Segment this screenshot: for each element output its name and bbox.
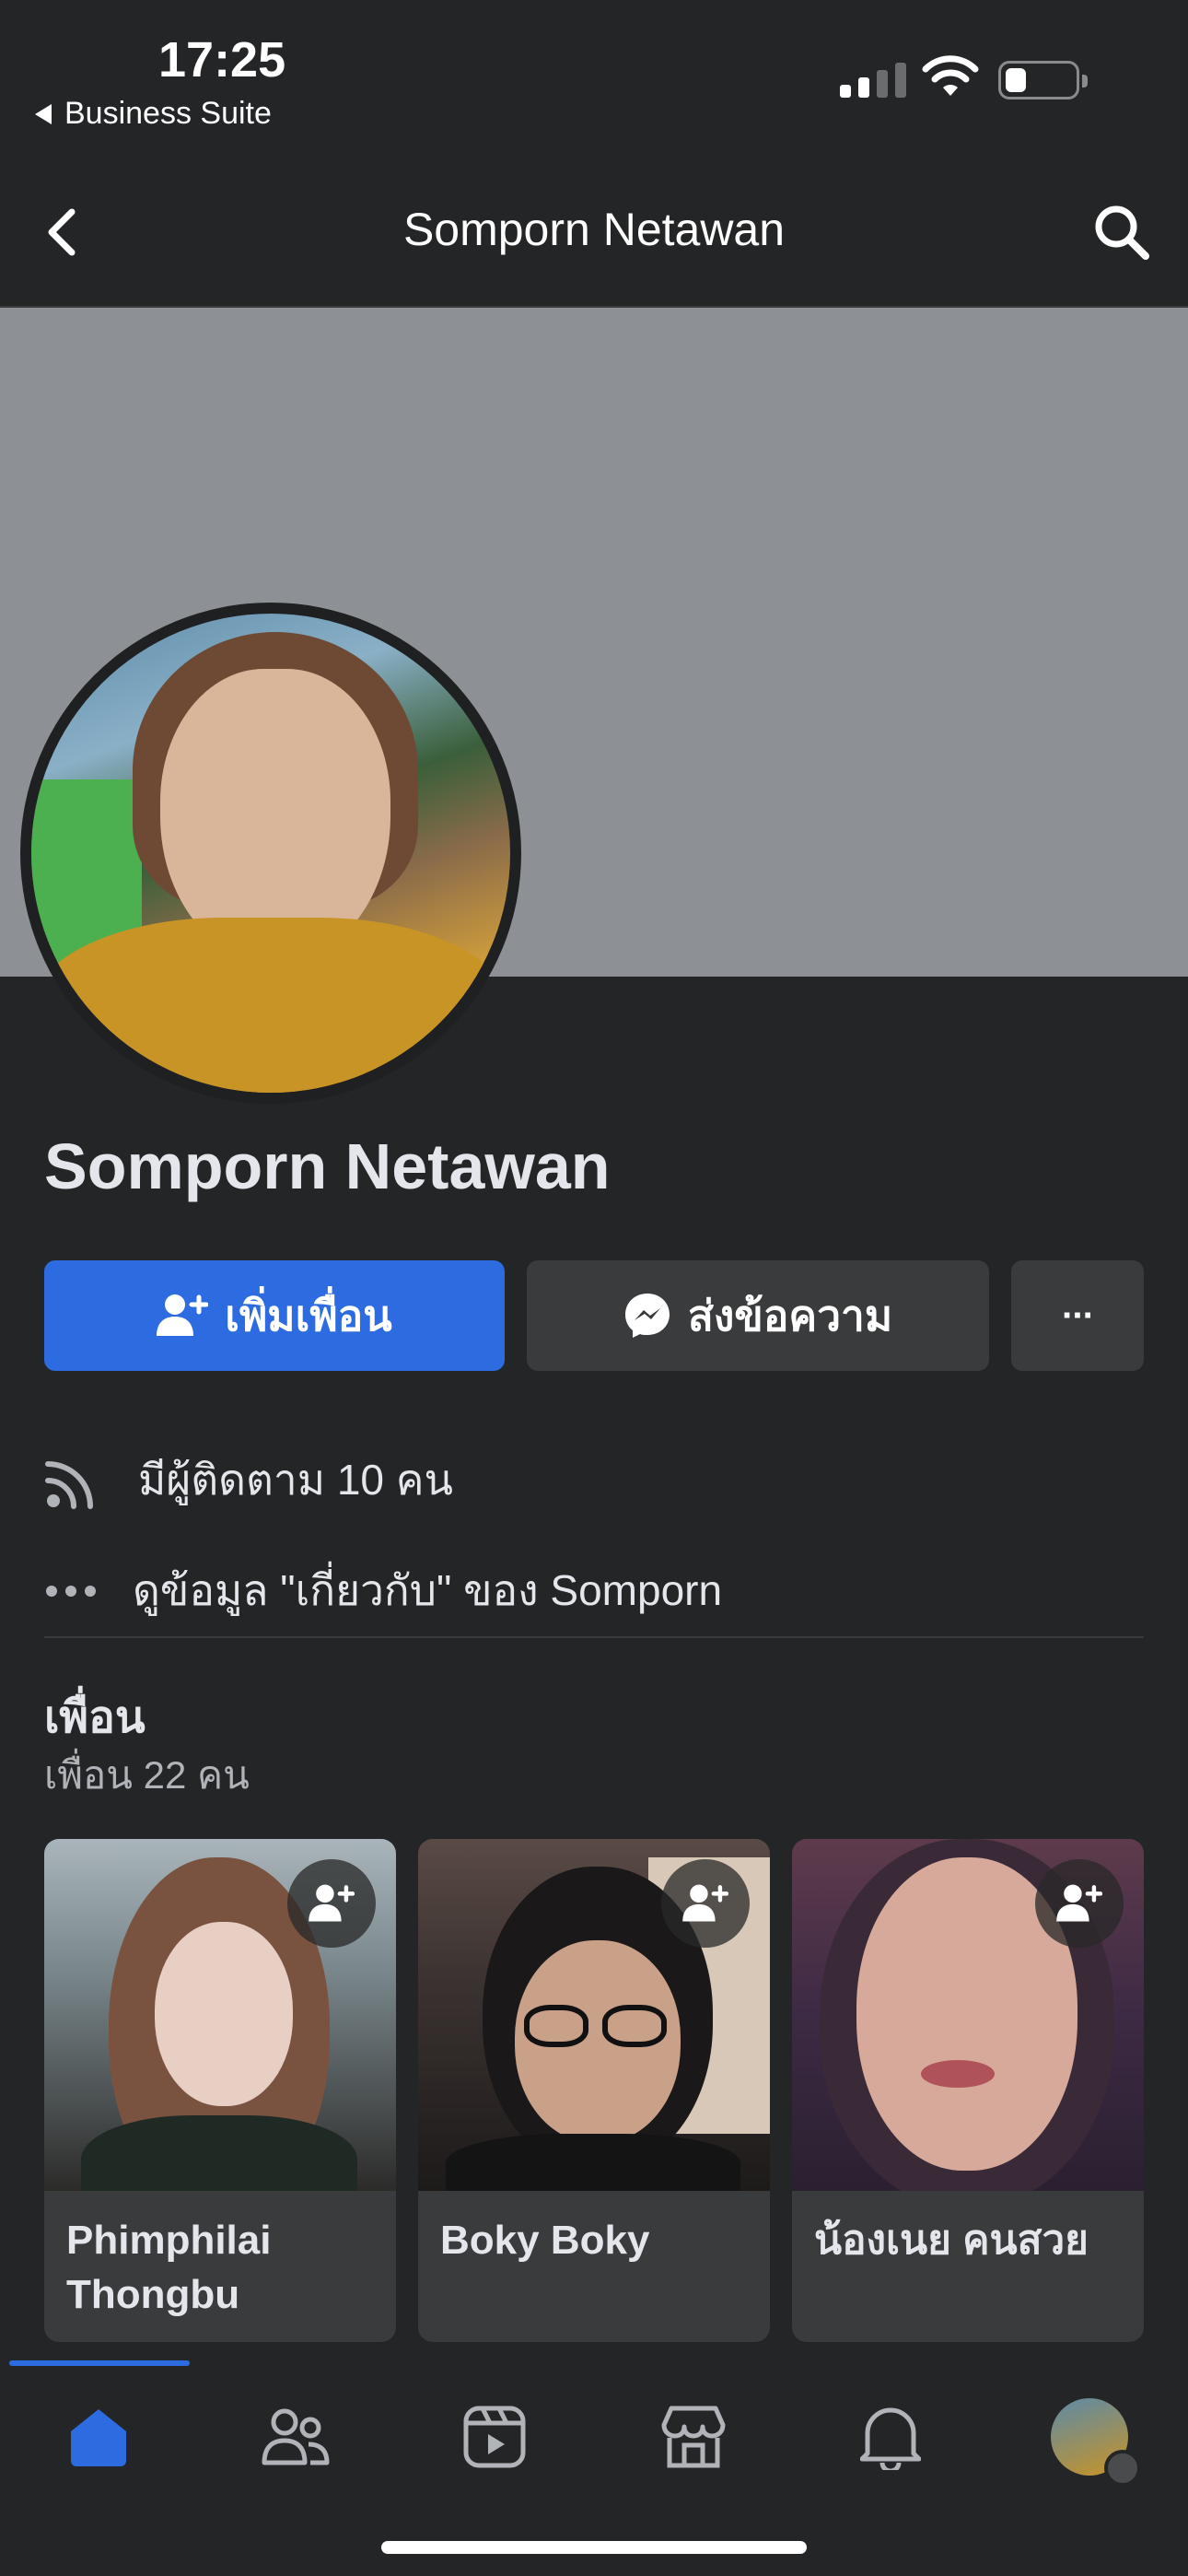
friends-count: เพื่อน 22 คน (44, 1753, 250, 1797)
add-friend-label: เพิ่มเพื่อน (225, 1291, 392, 1340)
notifications-icon[interactable] (849, 2395, 932, 2478)
navigation-bar: Somporn Netawan (0, 147, 1188, 308)
friend-card[interactable]: น้องเนย คนสวย (792, 1839, 1144, 2342)
profile-name: Somporn Netawan (44, 1130, 611, 1202)
back-triangle-icon (35, 103, 52, 124)
profile-menu-icon[interactable] (1048, 2395, 1141, 2487)
bottom-tab-bar (0, 2366, 1188, 2504)
friend-name: Boky Boky (440, 2218, 650, 2263)
home-icon[interactable] (57, 2395, 140, 2478)
add-friend-icon[interactable] (1035, 1859, 1124, 1948)
status-time: 17:25 (158, 32, 286, 88)
friends-section-title[interactable]: เพื่อน (44, 1682, 146, 1752)
message-button[interactable]: ส่งข้อความ (527, 1260, 989, 1371)
about-text: ดูข้อมูล "เกี่ยวกับ" ของ Somporn (133, 1566, 723, 1614)
add-friend-icon[interactable] (661, 1859, 750, 1948)
cellular-signal-icon (840, 61, 906, 98)
messenger-icon (624, 1294, 670, 1338)
add-person-icon (157, 1294, 209, 1336)
ellipsis-icon (46, 1585, 96, 1597)
friend-card[interactable]: Phimphilai Thongbu (44, 1839, 396, 2342)
friend-name: น้องเนย คนสวย (814, 2218, 1089, 2263)
more-options-icon: ··· (1062, 1294, 1095, 1336)
battery-icon (998, 61, 1088, 100)
message-label: ส่งข้อความ (687, 1291, 893, 1340)
followers-row[interactable]: มีผู้ติดตาม 10 คน (44, 1446, 453, 1514)
more-options-button[interactable]: ··· (1011, 1260, 1144, 1371)
page-title: Somporn Netawan (402, 204, 786, 255)
avatar (1051, 2398, 1141, 2487)
home-indicator (381, 2541, 807, 2554)
about-row[interactable]: ดูข้อมูล "เกี่ยวกับ" ของ Somporn (44, 1557, 722, 1624)
add-friend-icon[interactable] (287, 1859, 376, 1948)
search-icon[interactable] (1092, 203, 1151, 262)
back-app-label: Business Suite (64, 96, 272, 131)
friend-name: Phimphilai Thongbu (66, 2218, 272, 2318)
friend-card[interactable]: Boky Boky (418, 1839, 770, 2342)
add-friend-button[interactable]: เพิ่มเพื่อน (44, 1260, 505, 1371)
followers-text: มีผู้ติดตาม 10 คน (138, 1456, 453, 1504)
video-icon[interactable] (453, 2395, 536, 2478)
marketplace-icon[interactable] (652, 2395, 735, 2478)
rss-follow-icon (45, 1460, 93, 1509)
back-to-app-link[interactable]: Business Suite (35, 96, 272, 132)
divider (44, 1636, 1144, 1638)
friends-icon[interactable] (254, 2395, 337, 2478)
profile-picture[interactable] (20, 603, 521, 1104)
status-bar: 17:25 Business Suite (0, 0, 1188, 147)
wifi-icon (922, 55, 979, 96)
